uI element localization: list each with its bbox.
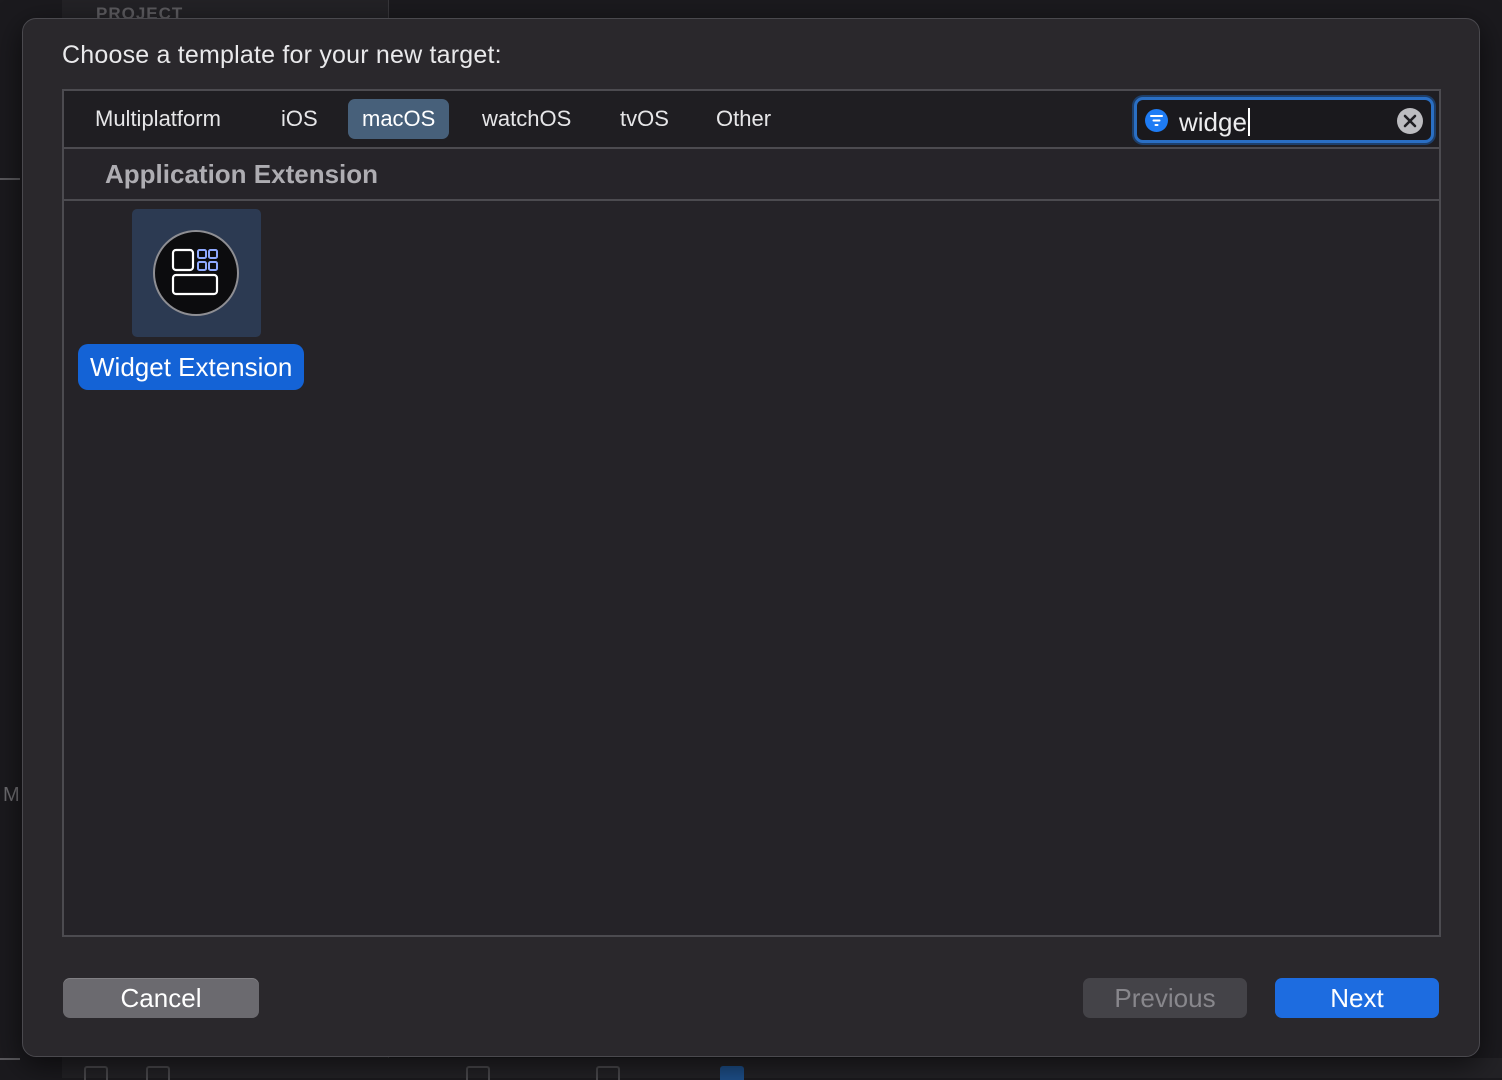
platform-tab-bar: Multiplatform iOS macOS watchOS tvOS Oth… — [64, 91, 1439, 149]
dialog-title: Choose a template for your new target: — [62, 41, 502, 69]
tab-tvos[interactable]: tvOS — [606, 99, 683, 139]
search-field[interactable]: widge — [1134, 97, 1434, 143]
template-panel: Multiplatform iOS macOS watchOS tvOS Oth… — [62, 89, 1441, 937]
section-header: Application Extension — [64, 149, 1439, 201]
text-caret — [1247, 108, 1250, 136]
next-button[interactable]: Next — [1275, 978, 1439, 1018]
background-divider — [0, 1058, 20, 1060]
search-input[interactable]: widge — [1179, 107, 1250, 137]
tab-macos[interactable]: macOS — [348, 99, 450, 139]
filter-icon[interactable] — [1145, 109, 1168, 132]
new-target-dialog: Choose a template for your new target: M… — [22, 18, 1480, 1057]
background-left-letter: M — [3, 784, 20, 806]
search-input-value: widge — [1179, 107, 1247, 137]
section-title: Application Extension — [105, 159, 379, 189]
cancel-button[interactable]: Cancel — [63, 978, 259, 1018]
clear-icon[interactable] — [1397, 108, 1423, 134]
template-label-widget-extension[interactable]: Widget Extension — [78, 344, 305, 390]
widget-icon — [153, 230, 239, 316]
tab-ios[interactable]: iOS — [267, 99, 332, 139]
template-widget-extension[interactable] — [132, 209, 261, 337]
tab-other[interactable]: Other — [702, 99, 785, 139]
previous-button[interactable]: Previous — [1083, 978, 1247, 1018]
background-bottom-toolbar — [62, 1058, 1502, 1078]
tab-watchos[interactable]: watchOS — [468, 99, 585, 139]
tab-multiplatform[interactable]: Multiplatform — [81, 99, 235, 139]
background-divider — [0, 178, 20, 180]
